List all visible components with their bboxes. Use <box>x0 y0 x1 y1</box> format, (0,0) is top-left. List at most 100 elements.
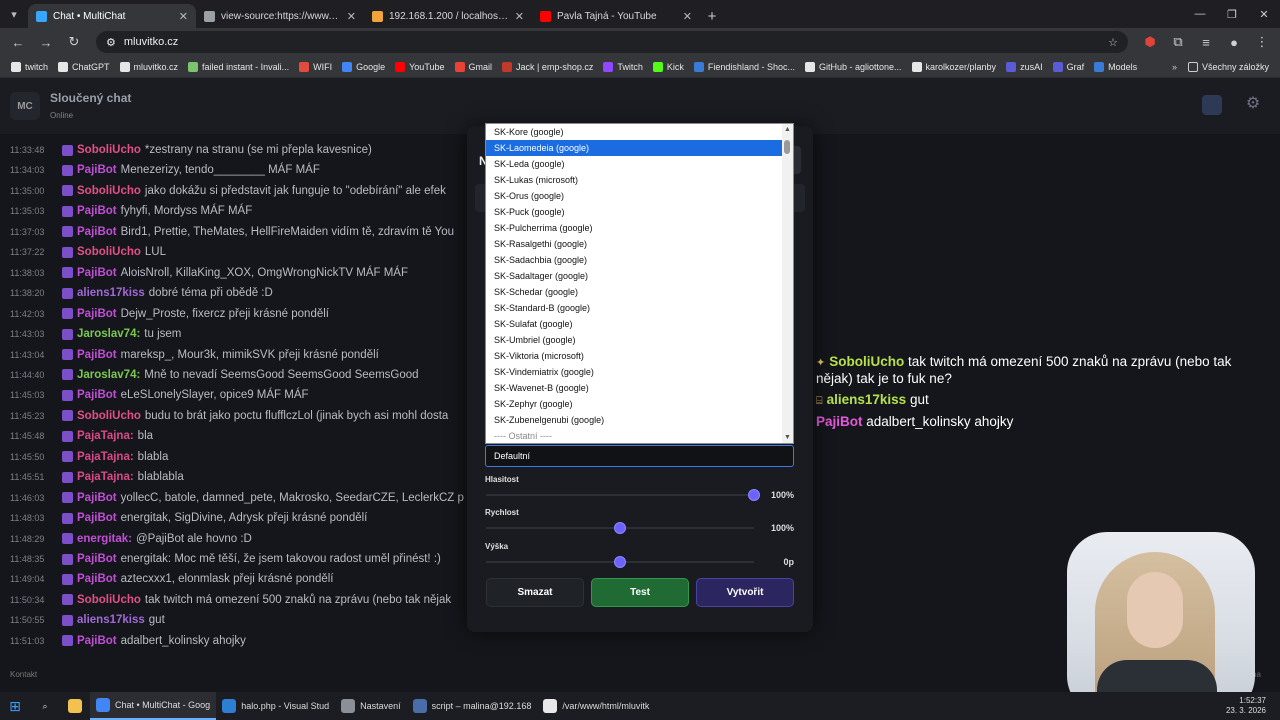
profile-avatar[interactable]: ● <box>1222 30 1246 54</box>
volume-track[interactable] <box>486 494 754 496</box>
scroll-down-icon[interactable]: ▼ <box>784 434 791 441</box>
voice-option[interactable]: SK-Zephyr (google) <box>486 396 782 412</box>
speed-slider-knob[interactable] <box>614 522 626 534</box>
search-icon[interactable]: ⌕ <box>30 692 60 720</box>
browser-tab[interactable]: Chat • MultiChat ✕ <box>28 4 196 28</box>
bookmark-item[interactable]: GitHub - agliottone... <box>800 61 907 72</box>
message-username[interactable]: Jaroslav74: <box>77 328 140 340</box>
voice-dropdown-list[interactable]: SK-Kore (google) SK-Laomedeia (google) SK-… <box>485 123 794 444</box>
message-username[interactable]: SoboliUcho <box>77 246 141 258</box>
test-button[interactable]: Test <box>591 578 689 607</box>
taskbar-app[interactable]: halo.php - Visual Stud <box>216 692 335 720</box>
close-tab-icon[interactable]: ✕ <box>347 10 356 23</box>
voice-option[interactable]: SK-Wavenet-B (google) <box>486 380 782 396</box>
browser-tab[interactable]: Pavla Tajná - YouTube ✕ <box>532 4 700 28</box>
message-username[interactable]: PajaTajna: <box>77 451 134 463</box>
close-window-icon[interactable]: ✕ <box>1248 0 1280 28</box>
bookmark-item[interactable]: Graf <box>1048 61 1090 72</box>
message-username[interactable]: PajiBot <box>77 573 117 585</box>
bookmark-item[interactable]: Gmail <box>450 61 498 72</box>
message-username[interactable]: PajiBot <box>77 349 117 361</box>
bookmark-item[interactable]: twitch <box>6 61 53 72</box>
browser-tab[interactable]: view-source:https://www.mluvit ✕ <box>196 4 364 28</box>
message-username[interactable]: aliens17kiss <box>77 287 145 299</box>
voice-option[interactable]: SK-Puck (google) <box>486 204 782 220</box>
bookmark-item[interactable]: ChatGPT <box>53 61 115 72</box>
system-clock[interactable]: 1:52:37 23. 3. 2026 <box>1226 692 1266 720</box>
menu-icon[interactable]: ⋮ <box>1250 30 1274 54</box>
message-username[interactable]: PajiBot <box>77 226 117 238</box>
message-username[interactable]: PajiBot <box>77 492 117 504</box>
all-bookmarks-folder[interactable]: Všechny záložky <box>1183 61 1274 72</box>
voice-option[interactable]: SK-Leda (google) <box>486 156 782 172</box>
bookmark-item[interactable]: mluvitko.cz <box>115 61 184 72</box>
site-info-icon[interactable]: ⚙ <box>106 36 116 49</box>
tab-search-icon[interactable]: ▾ <box>0 0 28 28</box>
bookmark-item[interactable]: zusAI <box>1001 61 1048 72</box>
create-button[interactable]: Vytvořit <box>696 578 794 607</box>
contact-link[interactable]: Kontakt <box>10 670 37 679</box>
voice-option[interactable]: SK-Umbriel (google) <box>486 332 782 348</box>
taskbar-app[interactable]: Chat • MultiChat - Goog <box>90 692 217 720</box>
volume-slider-knob[interactable] <box>748 489 760 501</box>
taskbar-app[interactable]: /var/www/html/mluvitk <box>537 692 655 720</box>
bookmark-item[interactable]: Jack | emp-shop.cz <box>497 61 598 72</box>
gear-icon[interactable]: ⚙ <box>1244 95 1262 113</box>
delete-button[interactable]: Smazat <box>486 578 584 607</box>
reload-icon[interactable]: ↻ <box>62 30 86 54</box>
voice-option[interactable]: SK-Standard-B (google) <box>486 300 782 316</box>
file-explorer-icon[interactable] <box>60 692 90 720</box>
address-bar[interactable]: ⚙ mluvitko.cz ☆ <box>96 31 1128 53</box>
message-username[interactable]: PajiBot <box>77 512 117 524</box>
voice-option[interactable]: SK-Sulafat (google) <box>486 316 782 332</box>
bookmark-item[interactable]: WIFI <box>294 61 337 72</box>
new-tab-button[interactable]: + <box>700 4 724 28</box>
voice-option[interactable]: SK-Lukas (microsoft) <box>486 172 782 188</box>
voice-option[interactable]: SK-Pulcherrima (google) <box>486 220 782 236</box>
minimize-icon[interactable]: — <box>1184 0 1216 28</box>
close-tab-icon[interactable]: ✕ <box>179 10 188 23</box>
message-username[interactable]: PajiBot <box>77 267 117 279</box>
voice-option[interactable]: SK-Laomedeia (google) <box>486 140 782 156</box>
voice-option[interactable]: SK-Kore (google) <box>486 124 782 140</box>
message-username[interactable]: PajaTajna: <box>77 471 134 483</box>
media-icon[interactable]: ≡ <box>1194 30 1218 54</box>
message-username[interactable]: aliens17kiss <box>77 614 145 626</box>
message-username[interactable]: PajiBot <box>77 389 117 401</box>
bookmark-item[interactable]: Twitch <box>598 61 648 72</box>
message-username[interactable]: energitak: <box>77 533 132 545</box>
forward-icon[interactable]: → <box>34 30 58 54</box>
bookmark-item[interactable]: karolkozer/planby <box>907 61 1002 72</box>
maximize-icon[interactable]: ❐ <box>1216 0 1248 28</box>
bookmark-item[interactable]: Fiendishland - Shoc... <box>689 61 800 72</box>
message-username[interactable]: SoboliUcho <box>77 594 141 606</box>
voice-option[interactable]: SK-Schedar (google) <box>486 284 782 300</box>
close-tab-icon[interactable]: ✕ <box>683 10 692 23</box>
voice-select[interactable]: Defaultní <box>485 445 794 467</box>
message-username[interactable]: PajiBot <box>77 308 117 320</box>
message-username[interactable]: Jaroslav74: <box>77 369 140 381</box>
layout-button[interactable] <box>1202 95 1222 115</box>
bookmark-item[interactable]: Google <box>337 61 390 72</box>
taskbar-app[interactable]: script – malina@192.168 <box>407 692 538 720</box>
scroll-up-icon[interactable]: ▲ <box>784 126 791 133</box>
message-username[interactable]: SoboliUcho <box>77 185 141 197</box>
taskbar-app[interactable]: Nastavení <box>335 692 407 720</box>
voice-option[interactable]: SK-Sadaltager (google) <box>486 268 782 284</box>
extension-icon[interactable]: ⬢ <box>1138 30 1162 54</box>
back-icon[interactable]: ← <box>6 30 30 54</box>
message-username[interactable]: PajiBot <box>77 553 117 565</box>
message-username[interactable]: PajiBot <box>77 635 117 647</box>
bookmark-item[interactable]: Kick <box>648 61 689 72</box>
voice-option[interactable]: SK-Orus (google) <box>486 188 782 204</box>
message-username[interactable]: SoboliUcho <box>77 144 141 156</box>
voice-option[interactable]: SK-Viktoria (microsoft) <box>486 348 782 364</box>
puzzle-icon[interactable]: ⧉ <box>1166 30 1190 54</box>
voice-option[interactable]: SK-Vindemiatrix (google) <box>486 364 782 380</box>
bookmarks-overflow-icon[interactable]: » <box>1166 62 1183 72</box>
dropdown-scrollbar[interactable]: ▲ ▼ <box>782 124 793 443</box>
voice-option[interactable]: SK-Sadachbia (google) <box>486 252 782 268</box>
windows-start-icon[interactable]: ⊞ <box>0 692 30 720</box>
bookmark-item[interactable]: Models <box>1089 61 1142 72</box>
close-tab-icon[interactable]: ✕ <box>515 10 524 23</box>
